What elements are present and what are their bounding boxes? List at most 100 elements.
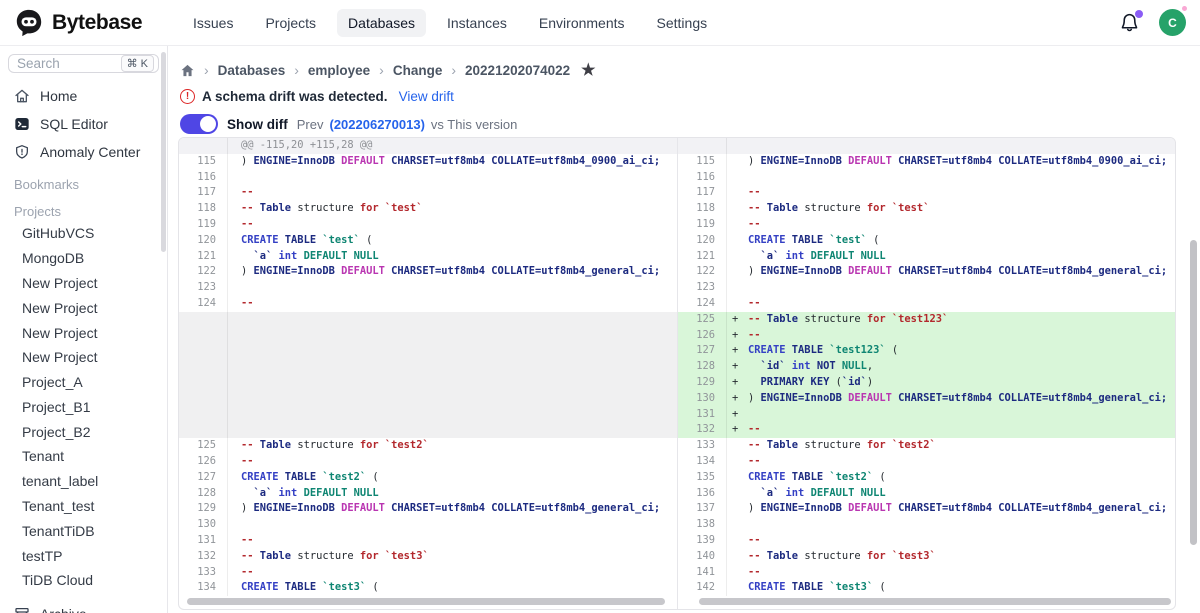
notifications-button[interactable] [1119,12,1141,34]
diff-sign [727,438,748,454]
breadcrumb-separator: › [204,62,209,78]
diff-pane-previous[interactable]: @@ -115,20 +115,28 @@115) ENGINE=InnoDB … [179,138,677,609]
view-drift-link[interactable]: View drift [399,89,454,104]
sidebar-project-item[interactable]: Project_A [22,370,159,395]
diff-sign [228,264,241,280]
sidebar-item-archive[interactable]: Archive [8,601,159,613]
diff-sign [228,312,241,328]
sidebar-project-item[interactable]: New Project [22,295,159,320]
diff-sign [228,580,241,596]
diff-sign [727,517,748,533]
navbar-right: C [1119,9,1186,36]
code-line: CREATE TABLE `test` ( [241,233,677,249]
sidebar-project-item[interactable]: New Project [22,345,159,370]
sidebar-project-item[interactable]: tenant_label [22,469,159,494]
show-diff-toggle[interactable] [180,114,218,134]
breadcrumb-employee[interactable]: employee [308,63,370,78]
line-number [179,375,228,391]
diff-row: 116 [179,170,677,186]
sidebar-item-label: Anomaly Center [40,144,140,160]
horizontal-scrollbar-left[interactable] [187,598,665,605]
line-number: 117 [678,185,727,201]
line-number: 119 [678,217,727,233]
nav-item-issues[interactable]: Issues [182,9,244,37]
sidebar-item-home[interactable]: Home [8,83,159,109]
diff-row: 130 [179,517,677,533]
diff-row: 130+) ENGINE=InnoDB DEFAULT CHARSET=utf8… [678,391,1175,407]
sidebar-project-item[interactable]: MongoDB [22,246,159,271]
breadcrumb-change[interactable]: Change [393,63,443,78]
diff-row: 117-- [678,185,1175,201]
search-box[interactable]: ⌘ K [8,54,159,73]
sidebar-project-item[interactable]: GitHubVCS [22,221,159,246]
diff-row: 128 `a` int DEFAULT NULL [179,486,677,502]
nav-item-settings[interactable]: Settings [646,9,719,37]
diff-row: 126-- [179,454,677,470]
diff-row: 140-- Table structure for `test3` [678,549,1175,565]
breadcrumb-version[interactable]: 20221202074022 [465,63,570,78]
sidebar-project-item[interactable]: TiDB Cloud [22,568,159,593]
placeholder-row [179,343,677,359]
diff-pane-current[interactable]: 115) ENGINE=InnoDB DEFAULT CHARSET=utf8m… [677,138,1175,609]
diff-sign [727,154,748,170]
prev-version-link[interactable]: (202206270013) [329,117,424,132]
code-line: `a` int DEFAULT NULL [241,486,677,502]
search-input[interactable] [17,56,103,71]
diff-sign [228,533,241,549]
diff-row: 135CREATE TABLE `test2` ( [678,470,1175,486]
sidebar-item-sql-editor[interactable]: SQL Editor [8,111,159,137]
placeholder-row [179,375,677,391]
bytebase-logo-icon [14,8,44,38]
horizontal-scrollbar-right[interactable] [699,598,1171,605]
diff-row: 139-- [678,533,1175,549]
diff-toolbar: Show diff Prev (202206270013) vs This ve… [180,114,1184,134]
avatar[interactable]: C [1159,9,1186,36]
diff-row: 115) ENGINE=InnoDB DEFAULT CHARSET=utf8m… [678,154,1175,170]
code-line: CREATE TABLE `test2` ( [241,470,677,486]
diff-sign [228,454,241,470]
code-line: `a` int DEFAULT NULL [748,249,1175,265]
diff-sign [727,264,748,280]
line-number: 132 [678,422,727,438]
sidebar-project-item[interactable]: New Project [22,320,159,345]
code-line: ) ENGINE=InnoDB DEFAULT CHARSET=utf8mb4 … [748,391,1175,407]
code-line [748,280,1175,296]
search-shortcut-badge: ⌘ K [121,55,154,72]
line-number: 122 [179,264,228,280]
diff-sign [228,328,241,344]
code-line: -- Table structure for `test123` [748,312,1175,328]
line-number: 123 [678,280,727,296]
sidebar-project-item[interactable]: Tenant_test [22,494,159,519]
diff-row: 133-- [179,565,677,581]
line-number: 121 [179,249,228,265]
diff-sign: + [727,312,748,328]
line-number: 128 [678,359,727,375]
bytebase-logo[interactable]: Bytebase [14,8,166,38]
nav-item-environments[interactable]: Environments [528,9,636,37]
diff-row: 125-- Table structure for `test2` [179,438,677,454]
code-line: -- [748,422,1175,438]
nav-item-projects[interactable]: Projects [254,9,327,37]
diff-sign [727,201,748,217]
sidebar-project-item[interactable]: testTP [22,543,159,568]
bookmark-star-icon[interactable]: ★ [581,60,595,80]
sidebar-scrollbar[interactable] [161,52,166,252]
line-number: 120 [678,233,727,249]
sidebar-project-item[interactable]: New Project [22,271,159,296]
page-scrollbar[interactable] [1190,240,1197,545]
line-number: 129 [179,501,228,517]
line-number: 131 [678,407,727,423]
line-number [678,138,727,154]
sidebar-item-anomaly-center[interactable]: Anomaly Center [8,139,159,165]
diff-row: 120CREATE TABLE `test` ( [179,233,677,249]
diff-sign: + [727,343,748,359]
code-line [241,375,677,391]
sidebar-project-item[interactable]: Project_B2 [22,419,159,444]
nav-item-databases[interactable]: Databases [337,9,426,37]
sidebar-project-item[interactable]: Tenant [22,444,159,469]
sidebar-project-item[interactable]: TenantTiDB [22,518,159,543]
nav-item-instances[interactable]: Instances [436,9,518,37]
sidebar-project-item[interactable]: Project_B1 [22,394,159,419]
breadcrumb-databases[interactable]: Databases [218,63,286,78]
home-breadcrumb-icon[interactable] [180,63,195,78]
